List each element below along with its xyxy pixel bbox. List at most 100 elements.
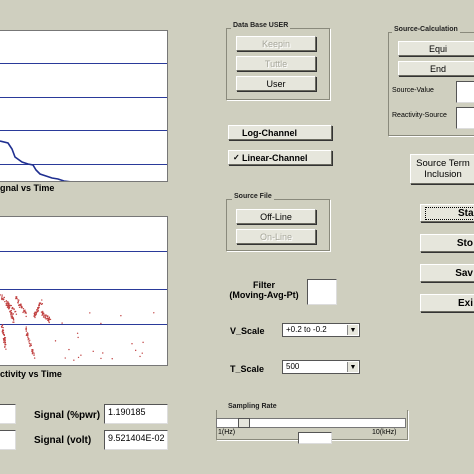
scatter-point <box>34 312 37 314</box>
scatter-point <box>2 298 4 300</box>
left-field-2[interactable] <box>0 430 16 450</box>
scatter-point <box>28 341 30 343</box>
signal-plot <box>0 30 168 182</box>
scatter-point <box>33 354 35 356</box>
scatter-point <box>7 307 10 309</box>
user-button[interactable]: User <box>236 76 316 91</box>
scatter-point <box>37 307 39 310</box>
scatter-point <box>33 352 35 354</box>
scatter-point <box>10 315 12 317</box>
scatter-point <box>12 313 14 315</box>
scatter-point <box>20 305 22 307</box>
scatter-point <box>92 350 94 353</box>
log-channel-check-box <box>233 129 240 136</box>
scatter-point <box>64 357 66 359</box>
scatter-point <box>48 320 50 322</box>
source-term-inclusion-button[interactable]: Source Term Inclusion <box>410 154 474 184</box>
scatter-point <box>1 326 3 329</box>
stop-button[interactable]: Sto <box>420 234 474 252</box>
scatter-point <box>3 341 5 344</box>
scatter-point <box>42 310 44 313</box>
scatter-point <box>54 340 57 342</box>
scatter-point <box>42 313 44 315</box>
scatter-point <box>17 300 20 303</box>
signal-pwr-label: Signal (%pwr) <box>34 410 101 421</box>
scatter-point <box>33 357 36 359</box>
t-scale-value: 500 <box>286 362 300 371</box>
filter-label-line2: (Moving-Avg-Pt) <box>229 290 299 300</box>
scatter-point <box>1 331 3 333</box>
scatter-point <box>4 341 7 344</box>
scatter-point <box>139 355 141 358</box>
scatter-point <box>3 334 6 337</box>
scatter-point <box>48 318 51 320</box>
scatter-point <box>36 311 38 313</box>
linear-channel-checkbox[interactable]: ✓ Linear-Channel <box>228 150 332 165</box>
scatter-point <box>32 351 34 354</box>
scatter-point <box>18 304 20 306</box>
reactivity-plot <box>0 216 168 366</box>
scatter-point <box>43 315 45 318</box>
scatter-point <box>25 315 27 318</box>
scatter-point <box>12 316 14 319</box>
scatter-point <box>22 308 25 310</box>
chevron-down-icon[interactable]: ▼ <box>347 362 358 372</box>
scatter-point <box>73 359 75 361</box>
scatter-point <box>44 316 46 319</box>
scatter-point <box>27 337 29 339</box>
scatter-point <box>15 297 17 300</box>
scatter-point <box>100 357 102 360</box>
scatter-point <box>131 343 133 345</box>
save-button[interactable]: Sav <box>420 264 474 282</box>
exit-button[interactable]: Exi <box>420 294 474 312</box>
scatter-point <box>39 303 41 305</box>
scatter-point <box>28 342 31 345</box>
scatter-point <box>24 312 26 314</box>
left-field-1[interactable] <box>0 404 16 424</box>
equi-button[interactable]: Equi <box>398 41 474 56</box>
scatter-point <box>46 315 49 318</box>
scatter-point <box>77 336 79 339</box>
offline-button[interactable]: Off-Line <box>236 209 316 224</box>
filter-input[interactable] <box>307 279 337 305</box>
scatter-point <box>13 321 15 323</box>
tuttle-button[interactable]: Tuttle <box>236 56 316 71</box>
scatter-point <box>2 326 4 329</box>
online-button[interactable]: On-Line <box>236 229 316 244</box>
scatter-point <box>76 332 79 334</box>
linear-channel-label: Linear-Channel <box>242 152 308 163</box>
scatter-point <box>35 313 38 315</box>
scatter-point <box>31 348 33 351</box>
v-scale-value: +0.2 to -0.2 <box>286 325 327 334</box>
slider-thumb[interactable] <box>238 418 250 428</box>
v-scale-select[interactable]: +0.2 to -0.2 ▼ <box>282 323 360 337</box>
keepin-button[interactable]: Keepin <box>236 36 316 51</box>
chevron-down-icon[interactable]: ▼ <box>347 325 358 335</box>
scatter-point <box>68 348 70 351</box>
scatter-point <box>142 341 144 344</box>
sampling-rate-slider[interactable] <box>216 418 406 428</box>
scatter-point <box>1 325 4 327</box>
source-value-field[interactable] <box>456 81 474 103</box>
scatter-point <box>45 318 47 320</box>
scatter-point <box>40 303 43 306</box>
scatter-point <box>134 349 137 352</box>
log-channel-checkbox[interactable]: Log-Channel <box>228 125 332 140</box>
scatter-point <box>2 332 4 334</box>
reactivity-source-field[interactable] <box>456 107 474 129</box>
start-button[interactable]: Sta <box>420 204 474 222</box>
scatter-point <box>29 339 31 341</box>
sampling-rate-title: Sampling Rate <box>226 403 279 410</box>
scatter-point <box>6 301 8 303</box>
scatter-point <box>102 352 104 354</box>
end-button[interactable]: End <box>398 61 474 76</box>
scatter-point <box>4 339 6 341</box>
source-file-group-title: Source File <box>232 193 274 200</box>
scatter-point <box>25 330 28 332</box>
database-group-title: Data Base USER <box>231 22 291 29</box>
sampling-rate-field[interactable] <box>298 432 332 444</box>
scatter-point <box>120 315 122 317</box>
scatter-point <box>153 312 155 314</box>
t-scale-select[interactable]: 500 ▼ <box>282 360 360 374</box>
scatter-point <box>1 296 3 298</box>
